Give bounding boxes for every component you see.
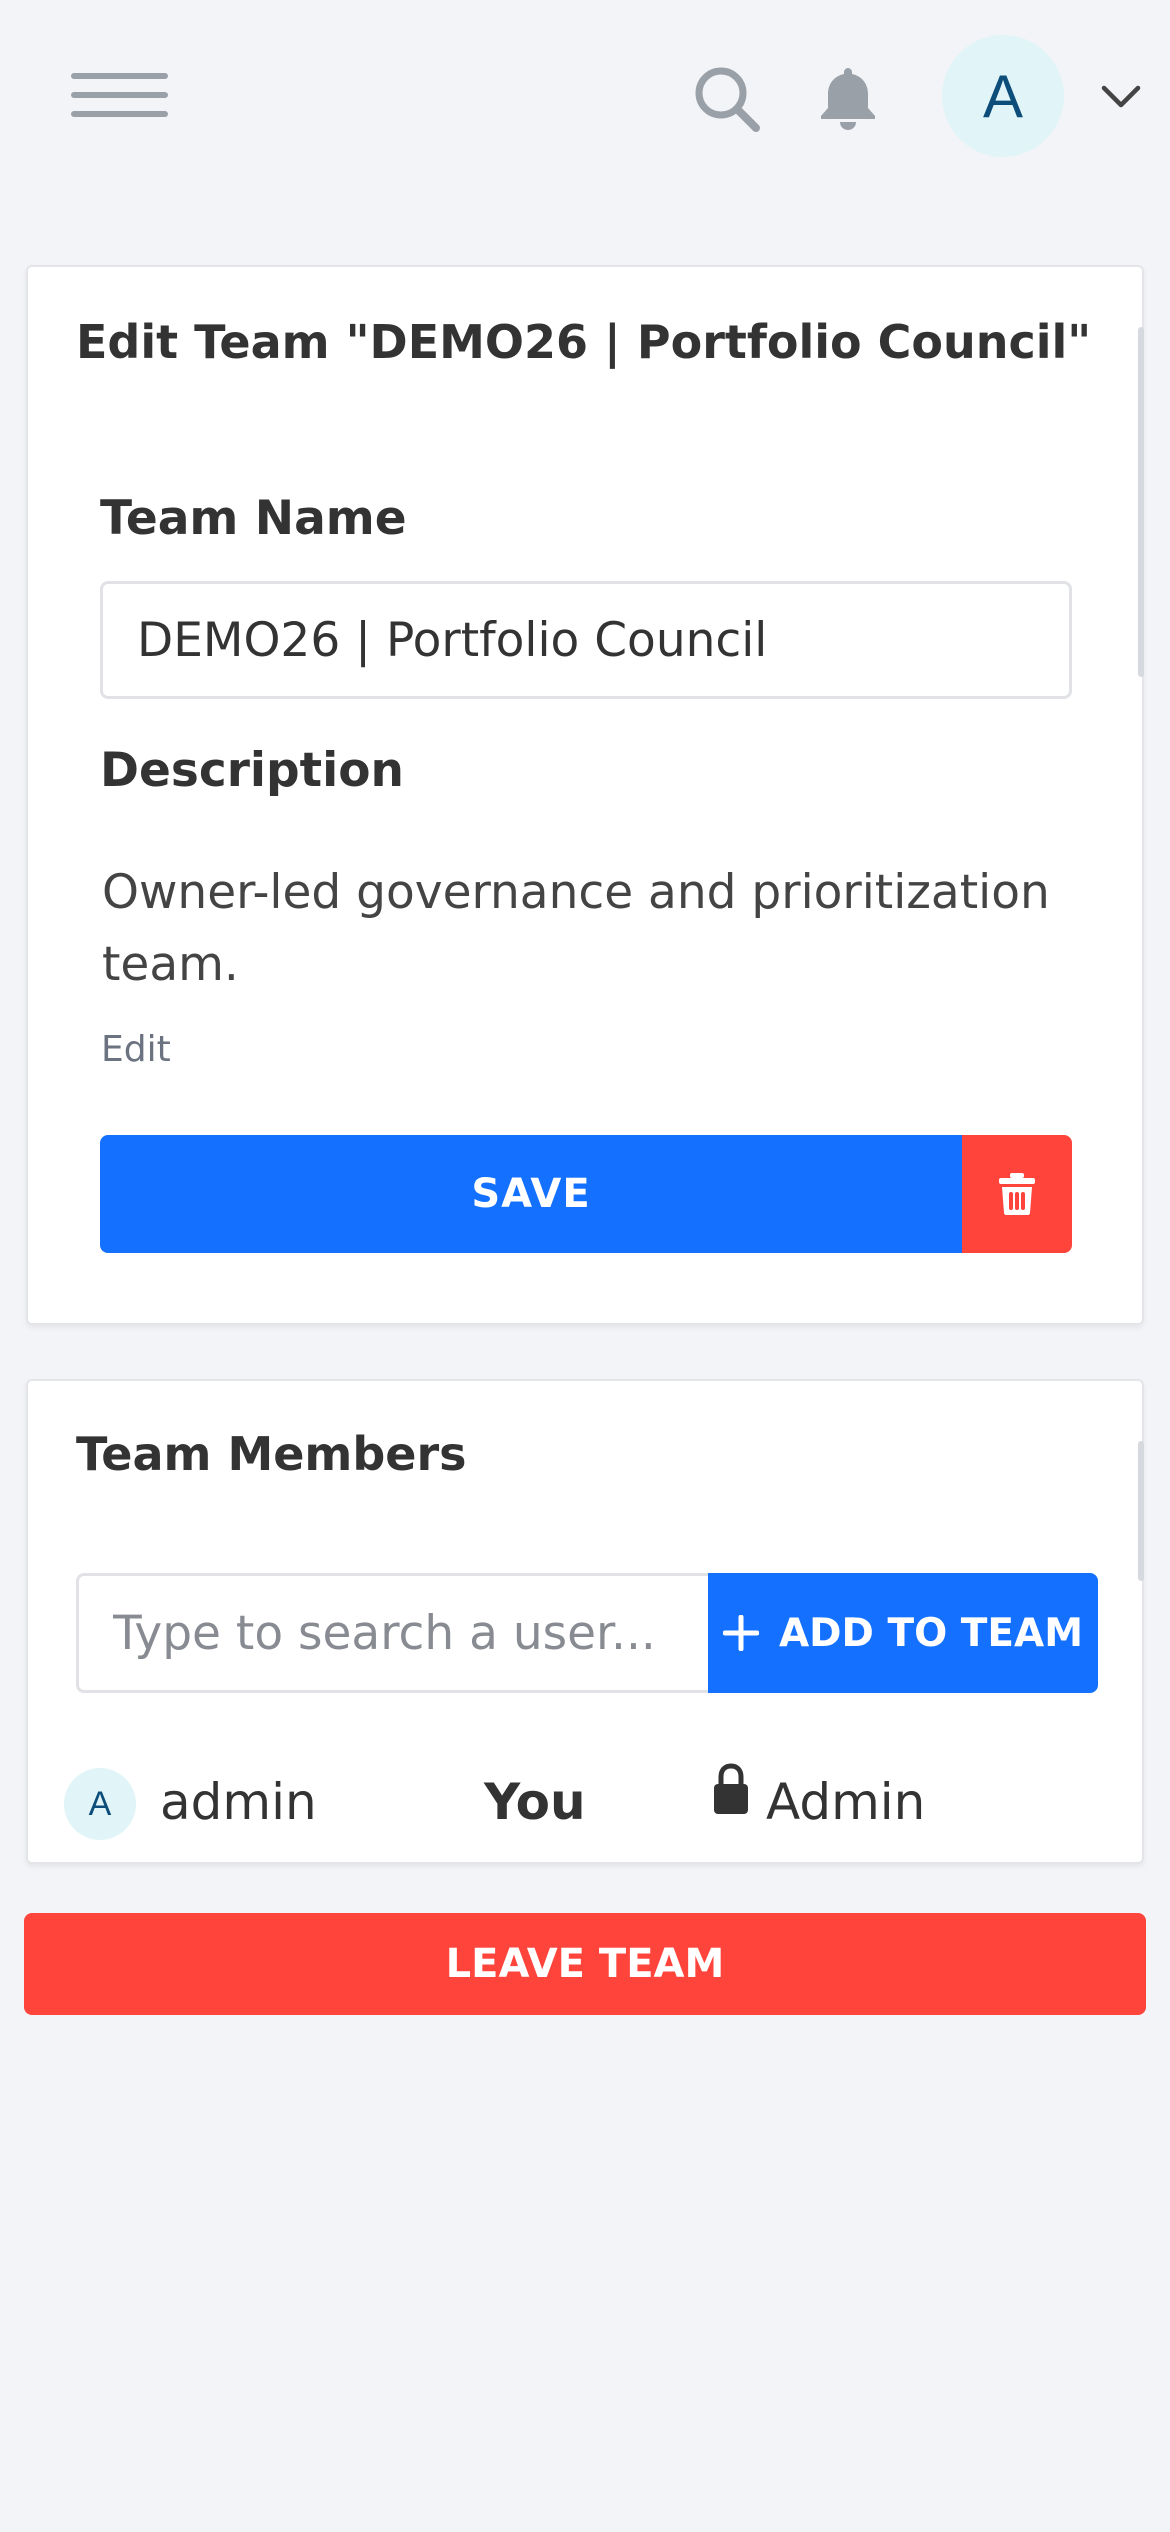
lock-icon (714, 1763, 748, 1814)
team-members-title: Team Members (76, 1427, 467, 1481)
bell-icon[interactable] (817, 64, 879, 130)
save-button[interactable]: SAVE (100, 1135, 962, 1253)
description-text: Owner-led governance and prioritization … (102, 865, 1050, 992)
card-scrollbar[interactable] (1138, 327, 1144, 677)
edit-team-card: Edit Team "DEMO26 | Portfolio Council" T… (26, 265, 1144, 1325)
avatar-initial: A (982, 62, 1024, 130)
hamburger-menu-icon[interactable] (71, 73, 168, 117)
add-to-team-label: ADD TO TEAM (778, 1610, 1084, 1656)
edit-team-title: Edit Team "DEMO26 | Portfolio Council" (76, 315, 1092, 369)
trash-icon (999, 1173, 1035, 1215)
team-name-input[interactable] (100, 581, 1072, 699)
team-name-label: Team Name (100, 491, 407, 546)
member-name: admin (160, 1773, 317, 1831)
member-role: Admin (766, 1773, 926, 1831)
plus-icon (722, 1615, 759, 1651)
top-bar: A (0, 0, 1170, 195)
member-row: A admin You Admin (28, 1751, 1146, 1851)
description-label: Description (100, 743, 404, 798)
add-to-team-button[interactable]: ADD TO TEAM (708, 1573, 1098, 1693)
team-members-card: Team Members ADD TO TEAM A admin You Adm… (26, 1379, 1144, 1864)
delete-team-button[interactable] (962, 1135, 1072, 1253)
user-avatar[interactable]: A (942, 35, 1064, 157)
chevron-down-icon[interactable] (1100, 84, 1142, 110)
card-scrollbar[interactable] (1138, 1441, 1144, 1581)
leave-team-button[interactable]: LEAVE TEAM (24, 1913, 1146, 2015)
member-avatar: A (64, 1768, 136, 1840)
search-user-input[interactable] (76, 1573, 708, 1693)
member-avatar-initial: A (88, 1784, 112, 1823)
member-you-label: You (484, 1773, 586, 1831)
search-icon[interactable] (692, 64, 762, 134)
edit-description-link[interactable]: Edit (101, 1029, 171, 1070)
